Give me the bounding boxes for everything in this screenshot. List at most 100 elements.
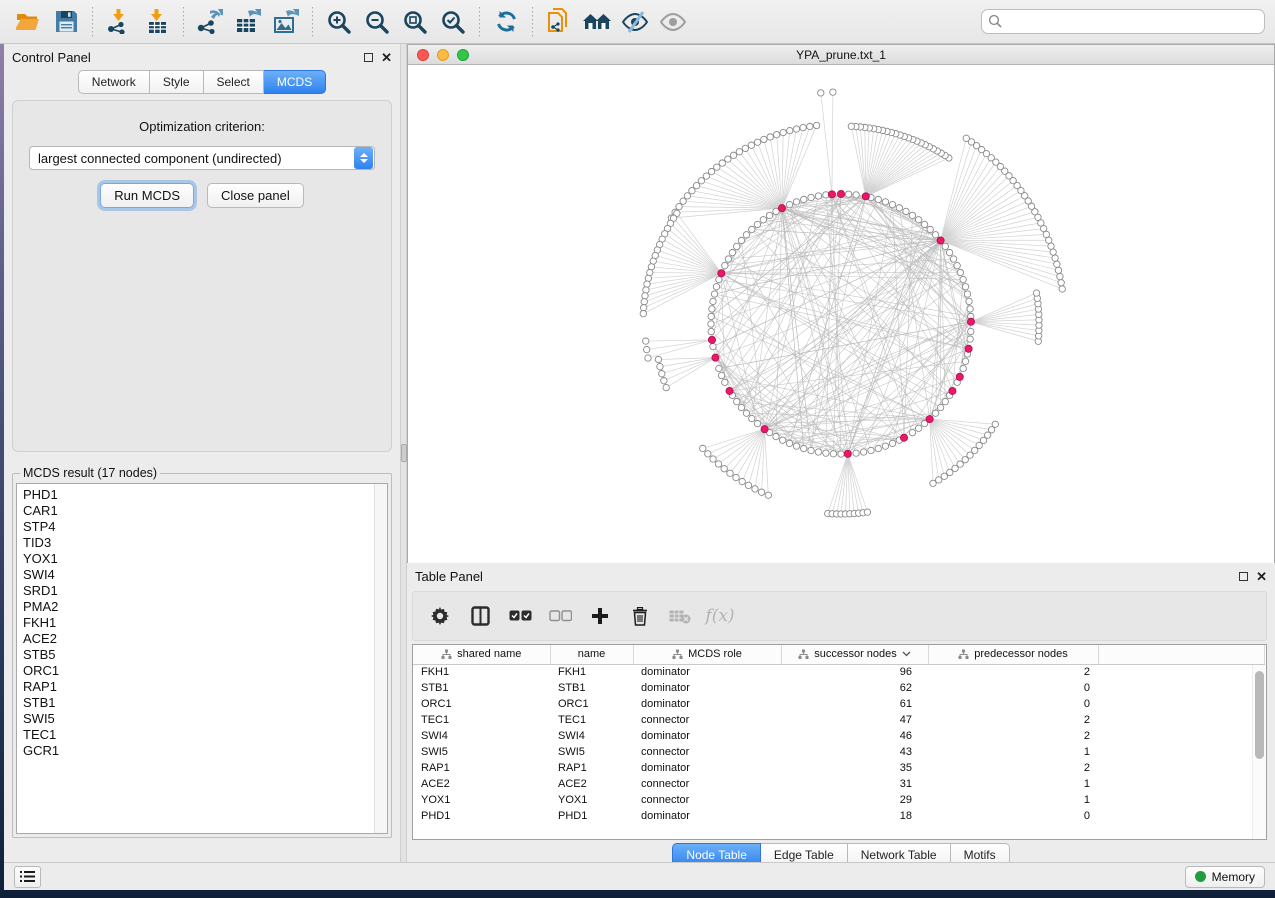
cell-name[interactable]: TEC1 (550, 712, 633, 728)
tab-mcds[interactable]: MCDS (264, 70, 326, 94)
delete-table-button[interactable] (667, 603, 693, 629)
column-header-name[interactable]: name (550, 645, 633, 664)
mcds-result-item[interactable]: SWI5 (23, 711, 387, 727)
splitter-grip-icon[interactable] (401, 444, 407, 462)
table-row[interactable]: STB1STB1dominator620 (413, 680, 1265, 696)
criterion-select[interactable]: largest connected component (undirected) (29, 146, 375, 170)
cell-MCDS-role[interactable]: dominator (633, 808, 781, 824)
cell-shared-name[interactable]: SWI4 (413, 728, 550, 744)
save-button[interactable] (48, 4, 84, 40)
table-row[interactable]: PHD1PHD1dominator180 (413, 808, 1265, 824)
zoom-out-button[interactable] (359, 4, 395, 40)
cell-predecessor-nodes[interactable]: 0 (928, 808, 1098, 824)
table-row[interactable]: FKH1FKH1dominator962 (413, 664, 1265, 680)
cell-successor-nodes[interactable]: 29 (781, 792, 928, 808)
mcds-result-item[interactable]: STB5 (23, 647, 387, 663)
cell-MCDS-role[interactable]: dominator (633, 680, 781, 696)
cell-predecessor-nodes[interactable]: 2 (928, 728, 1098, 744)
network-window-titlebar[interactable]: YPA_prune.txt_1 (408, 45, 1274, 65)
table-row[interactable]: ACE2ACE2connector311 (413, 776, 1265, 792)
table-scrollbar-thumb[interactable] (1255, 671, 1264, 759)
cell-MCDS-role[interactable]: dominator (633, 760, 781, 776)
float-panel-icon[interactable] (1239, 572, 1248, 581)
cell-predecessor-nodes[interactable]: 1 (928, 776, 1098, 792)
mcds-result-item[interactable]: ACE2 (23, 631, 387, 647)
memory-button[interactable]: Memory (1185, 866, 1265, 888)
task-history-button[interactable] (14, 866, 41, 888)
cell-successor-nodes[interactable]: 62 (781, 680, 928, 696)
tab-style[interactable]: Style (150, 70, 204, 94)
cell-name[interactable]: SWI4 (550, 728, 633, 744)
cell-successor-nodes[interactable]: 61 (781, 696, 928, 712)
cell-MCDS-role[interactable]: connector (633, 792, 781, 808)
deselect-all-button[interactable] (547, 603, 573, 629)
mcds-list-scrollbar[interactable] (374, 484, 387, 833)
table-settings-button[interactable] (427, 603, 453, 629)
table-row[interactable]: RAP1RAP1dominator352 (413, 760, 1265, 776)
cell-shared-name[interactable]: TEC1 (413, 712, 550, 728)
mcds-result-item[interactable]: TEC1 (23, 727, 387, 743)
cell-successor-nodes[interactable]: 18 (781, 808, 928, 824)
mcds-result-item[interactable]: RAP1 (23, 679, 387, 695)
cell-name[interactable]: RAP1 (550, 760, 633, 776)
cell-predecessor-nodes[interactable]: 2 (928, 760, 1098, 776)
table-row[interactable]: YOX1YOX1connector291 (413, 792, 1265, 808)
cell-name[interactable]: SWI5 (550, 744, 633, 760)
export-table-button[interactable] (230, 4, 266, 40)
cell-shared-name[interactable]: PHD1 (413, 808, 550, 824)
column-header-shared-name[interactable]: shared name (413, 645, 550, 664)
mcds-result-item[interactable]: SRD1 (23, 583, 387, 599)
export-network-button[interactable] (192, 4, 228, 40)
open-folder-button[interactable] (10, 4, 46, 40)
cell-name[interactable]: YOX1 (550, 792, 633, 808)
column-header-successor-nodes[interactable]: successor nodes (781, 645, 928, 664)
cell-shared-name[interactable]: YOX1 (413, 792, 550, 808)
cell-name[interactable]: STB1 (550, 680, 633, 696)
toggle-columns-button[interactable] (467, 603, 493, 629)
mcds-result-item[interactable]: YOX1 (23, 551, 387, 567)
cell-successor-nodes[interactable]: 46 (781, 728, 928, 744)
cell-predecessor-nodes[interactable]: 0 (928, 696, 1098, 712)
function-builder-button[interactable]: f(x) (707, 603, 733, 629)
cell-name[interactable]: PHD1 (550, 808, 633, 824)
import-table-button[interactable] (139, 4, 175, 40)
panel-splitter[interactable] (400, 44, 407, 862)
delete-column-button[interactable] (627, 603, 653, 629)
cell-MCDS-role[interactable]: connector (633, 712, 781, 728)
cell-shared-name[interactable]: SWI5 (413, 744, 550, 760)
cell-successor-nodes[interactable]: 96 (781, 664, 928, 680)
cell-name[interactable]: FKH1 (550, 664, 633, 680)
table-row[interactable]: SWI4SWI4dominator462 (413, 728, 1265, 744)
refresh-layout-button[interactable] (488, 4, 524, 40)
mcds-result-item[interactable]: PHD1 (23, 487, 387, 503)
cell-name[interactable]: ORC1 (550, 696, 633, 712)
column-header-MCDS-role[interactable]: MCDS role (633, 645, 781, 664)
cell-MCDS-role[interactable]: dominator (633, 664, 781, 680)
cell-predecessor-nodes[interactable]: 0 (928, 680, 1098, 696)
zoom-selected-button[interactable] (435, 4, 471, 40)
import-network-button[interactable] (101, 4, 137, 40)
mcds-result-item[interactable]: GCR1 (23, 743, 387, 759)
zoom-in-button[interactable] (321, 4, 357, 40)
cell-predecessor-nodes[interactable]: 1 (928, 792, 1098, 808)
select-all-button[interactable] (507, 603, 533, 629)
cell-successor-nodes[interactable]: 35 (781, 760, 928, 776)
cell-MCDS-role[interactable]: connector (633, 744, 781, 760)
mcds-result-item[interactable]: PMA2 (23, 599, 387, 615)
cell-shared-name[interactable]: FKH1 (413, 664, 550, 680)
close-panel-button[interactable]: Close panel (207, 183, 304, 208)
float-panel-icon[interactable] (364, 53, 373, 62)
table-row[interactable]: TEC1TEC1connector472 (413, 712, 1265, 728)
cell-MCDS-role[interactable]: connector (633, 776, 781, 792)
table-row[interactable]: SWI5SWI5connector431 (413, 744, 1265, 760)
add-column-button[interactable] (587, 603, 613, 629)
cell-MCDS-role[interactable]: dominator (633, 728, 781, 744)
cell-shared-name[interactable]: RAP1 (413, 760, 550, 776)
cell-name[interactable]: ACE2 (550, 776, 633, 792)
search-input[interactable] (981, 9, 1265, 34)
run-mcds-button[interactable]: Run MCDS (100, 183, 194, 208)
eye-slash-button[interactable] (617, 4, 653, 40)
mcds-result-item[interactable]: STB1 (23, 695, 387, 711)
cell-shared-name[interactable]: STB1 (413, 680, 550, 696)
mcds-result-item[interactable]: ORC1 (23, 663, 387, 679)
